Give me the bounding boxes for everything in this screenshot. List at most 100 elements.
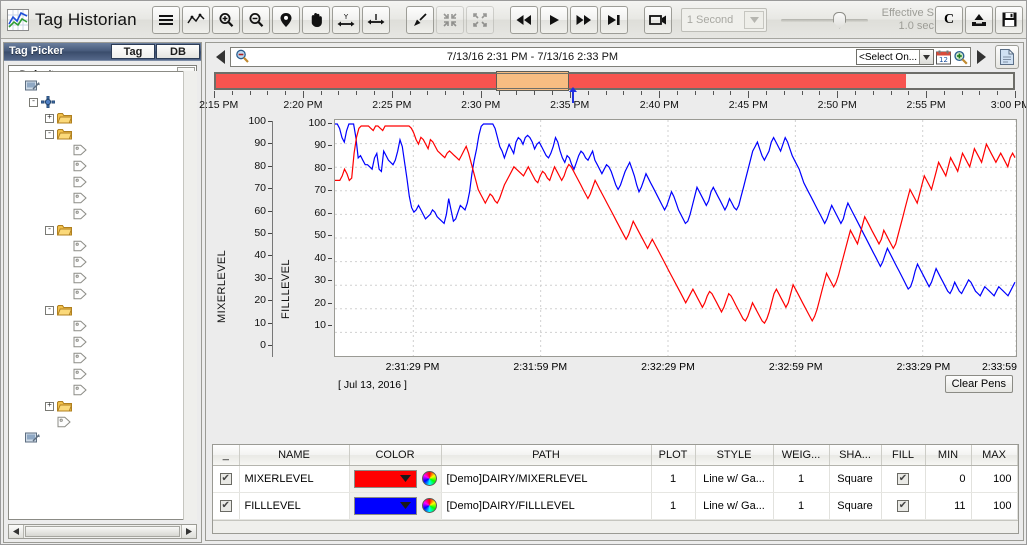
x-range-button[interactable] bbox=[362, 6, 390, 34]
zoom-out-button[interactable] bbox=[242, 6, 270, 34]
range-preset-select[interactable]: <Select On... bbox=[856, 49, 934, 65]
column-header-weight[interactable]: WEIG... bbox=[773, 445, 829, 465]
tree-node[interactable]: - bbox=[13, 126, 196, 142]
color-wheel-icon[interactable] bbox=[422, 498, 437, 513]
column-header-max[interactable]: MAX bbox=[971, 445, 1017, 465]
video-camera-button[interactable] bbox=[644, 6, 672, 34]
tree-node[interactable] bbox=[13, 78, 196, 94]
pen-color-swatch[interactable] bbox=[354, 470, 417, 488]
play-button[interactable] bbox=[540, 6, 568, 34]
scrollbar-thumb[interactable] bbox=[25, 526, 180, 537]
tree-node[interactable] bbox=[13, 270, 196, 286]
pen-enable-checkbox[interactable]: ✔ bbox=[220, 473, 232, 485]
tree-node[interactable] bbox=[13, 158, 196, 174]
plot-area[interactable] bbox=[334, 119, 1017, 357]
tree-node[interactable] bbox=[13, 414, 196, 430]
tree-node[interactable]: + bbox=[13, 110, 196, 126]
tag-tree[interactable]: -+---+ bbox=[8, 71, 197, 520]
pen-color-cell[interactable] bbox=[354, 466, 437, 492]
magnifier-minus-icon[interactable] bbox=[235, 49, 249, 66]
column-header-avg[interactable]: AVG bbox=[1017, 445, 1019, 465]
y-range-button[interactable]: Y bbox=[332, 6, 360, 34]
timeline-scrollbar[interactable] bbox=[214, 72, 1015, 90]
tree-node[interactable]: + bbox=[13, 398, 196, 414]
slider-knob[interactable] bbox=[833, 12, 846, 29]
hand-button[interactable] bbox=[302, 6, 330, 34]
menu-button[interactable] bbox=[152, 6, 180, 34]
tree-node[interactable] bbox=[13, 174, 196, 190]
export-button[interactable] bbox=[965, 6, 993, 34]
tree-node[interactable] bbox=[13, 206, 196, 222]
map-pin-button[interactable] bbox=[272, 6, 300, 34]
pens-table-horizontal-scrollbar[interactable] bbox=[213, 520, 1018, 533]
rate-select-value: 1 Second bbox=[687, 14, 733, 26]
speed-slider[interactable] bbox=[781, 8, 867, 32]
tree-node[interactable] bbox=[13, 238, 196, 254]
tag-icon bbox=[73, 192, 88, 205]
pen-fill-checkbox[interactable]: ✔ bbox=[897, 500, 909, 512]
column-header-shape[interactable]: SHA... bbox=[829, 445, 881, 465]
y-tick-label: 20 bbox=[314, 297, 326, 309]
tag-tree-vertical-scrollbar[interactable] bbox=[183, 71, 197, 520]
zoom-region-button[interactable] bbox=[406, 6, 434, 34]
scroll-left-icon[interactable] bbox=[9, 525, 24, 538]
pen-fill-checkbox[interactable]: ✔ bbox=[897, 473, 909, 485]
tree-expander-expand-icon[interactable]: + bbox=[45, 402, 54, 411]
pen-enable-checkbox[interactable]: ✔ bbox=[220, 500, 232, 512]
pen-color-cell[interactable] bbox=[354, 493, 437, 519]
table-row[interactable]: ✔FILLLEVEL[Demo]DAIRY/FILLLEVEL1Line w/ … bbox=[213, 492, 1019, 519]
table-row[interactable]: ✔MIXERLEVEL[Demo]DAIRY/MIXERLEVEL1Line w… bbox=[213, 465, 1019, 492]
tree-node[interactable] bbox=[13, 142, 196, 158]
range-prev-button[interactable] bbox=[210, 50, 230, 64]
tree-expander-collapse-icon[interactable]: - bbox=[45, 306, 54, 315]
column-header-min[interactable]: MIN bbox=[925, 445, 971, 465]
document-button[interactable] bbox=[995, 45, 1019, 69]
tree-node[interactable] bbox=[13, 318, 196, 334]
tree-node[interactable] bbox=[13, 350, 196, 366]
tree-node[interactable] bbox=[13, 334, 196, 350]
fast-forward-button[interactable] bbox=[570, 6, 598, 34]
zoom-in-button[interactable] bbox=[212, 6, 240, 34]
tree-node[interactable] bbox=[13, 286, 196, 302]
timeline-minor-tick bbox=[730, 91, 731, 95]
pen-color-swatch[interactable] bbox=[354, 497, 417, 515]
pen-chart-button[interactable] bbox=[182, 6, 210, 34]
magnifier-plus-icon[interactable] bbox=[953, 50, 968, 65]
column-header-check[interactable]: _ bbox=[213, 445, 239, 465]
tab-db[interactable]: DB bbox=[156, 44, 200, 59]
c-button[interactable]: C bbox=[935, 6, 963, 34]
arrows-expand-button[interactable] bbox=[466, 6, 494, 34]
scroll-right-icon[interactable] bbox=[181, 525, 196, 538]
tab-tag[interactable]: Tag bbox=[111, 44, 155, 59]
column-header-color[interactable]: COLOR bbox=[349, 445, 441, 465]
tree-expander-collapse-icon[interactable]: - bbox=[45, 226, 54, 235]
tree-expander-expand-icon[interactable]: + bbox=[45, 114, 54, 123]
timeline-position-marker[interactable] bbox=[572, 91, 574, 103]
skip-end-button[interactable] bbox=[600, 6, 628, 34]
column-header-plot[interactable]: PLOT bbox=[651, 445, 695, 465]
calendar-icon[interactable]: 12 bbox=[936, 50, 951, 65]
column-header-path[interactable]: PATH bbox=[441, 445, 651, 465]
arrows-collapse-button[interactable] bbox=[436, 6, 464, 34]
tree-node[interactable]: - bbox=[13, 302, 196, 318]
rewind-button[interactable] bbox=[510, 6, 538, 34]
tree-expander-collapse-icon[interactable]: - bbox=[29, 98, 38, 107]
range-next-button[interactable] bbox=[971, 50, 991, 64]
tree-node[interactable] bbox=[13, 190, 196, 206]
column-header-style[interactable]: STYLE bbox=[695, 445, 773, 465]
column-header-name[interactable]: NAME bbox=[239, 445, 349, 465]
tree-node[interactable]: - bbox=[13, 222, 196, 238]
tree-node[interactable] bbox=[13, 430, 196, 446]
date-range-field[interactable]: 7/13/16 2:31 PM - 7/13/16 2:33 PM <Selec… bbox=[230, 47, 971, 67]
tag-tree-horizontal-scrollbar[interactable] bbox=[8, 524, 197, 539]
tree-node[interactable] bbox=[13, 254, 196, 270]
tree-expander-collapse-icon[interactable]: - bbox=[45, 130, 54, 139]
column-header-fill[interactable]: FILL bbox=[881, 445, 925, 465]
save-button[interactable] bbox=[995, 6, 1023, 34]
rate-select[interactable]: 1 Second bbox=[681, 8, 767, 32]
tree-node[interactable] bbox=[13, 366, 196, 382]
color-wheel-icon[interactable] bbox=[422, 471, 437, 486]
tree-node[interactable] bbox=[13, 382, 196, 398]
tree-node[interactable]: - bbox=[13, 94, 196, 110]
clear-pens-button[interactable]: Clear Pens bbox=[945, 375, 1013, 393]
